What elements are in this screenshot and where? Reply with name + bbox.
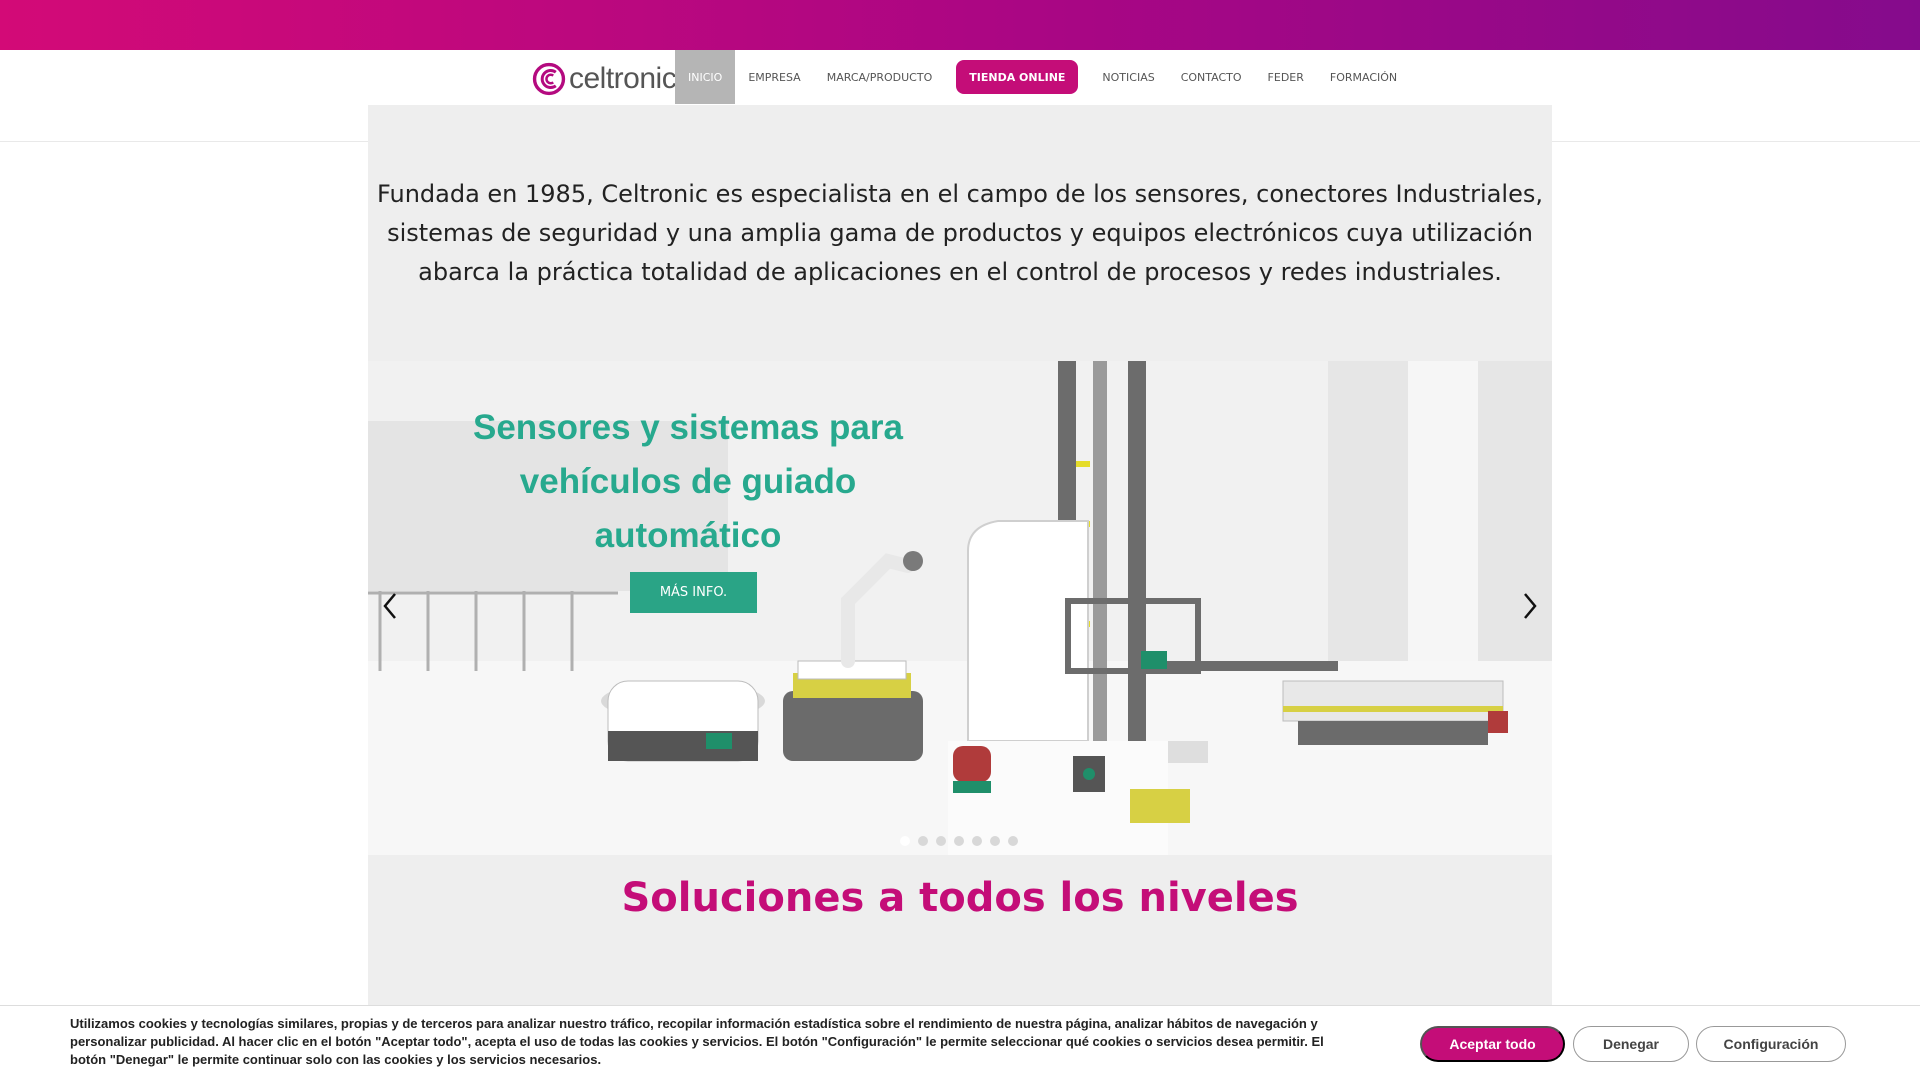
accept-all-button[interactable]: Aceptar todo [1420, 1026, 1565, 1062]
slider-dot[interactable] [900, 836, 910, 846]
nav-item-noticias[interactable]: NOTICIAS [1089, 50, 1167, 104]
cookie-banner: Utilizamos cookies y tecnologías similar… [0, 1005, 1920, 1080]
intro-text: Fundada en 1985, Celtronic es especialis… [376, 180, 1543, 286]
slider-dot[interactable] [1008, 836, 1018, 846]
nav-item-marca-producto[interactable]: MARCA/PRODUCTO [814, 50, 946, 104]
top-gradient-bar [0, 0, 1920, 50]
cookie-text: Utilizamos cookies y tecnologías similar… [70, 1016, 1324, 1067]
slider-dot[interactable] [936, 836, 946, 846]
hero-slider: Sensores y sistemas para vehículos de gu… [368, 361, 1552, 855]
more-info-button[interactable]: MÁS INFO. [630, 572, 757, 613]
slide-title: Sensores y sistemas para vehículos de gu… [473, 408, 903, 555]
nav-item-tienda-online[interactable]: TIENDA ONLINE [956, 60, 1079, 94]
chevron-right-icon[interactable] [1518, 591, 1542, 621]
nav-item-inicio[interactable]: INICIO [675, 50, 736, 104]
chevron-left-icon[interactable] [378, 591, 402, 621]
main-content: Fundada en 1985, Celtronic es especialis… [368, 105, 1552, 1005]
main-nav: INICIO EMPRESA MARCA/PRODUCTO TIENDA ONL… [675, 50, 1410, 104]
celtronic-logo-icon [532, 62, 566, 96]
deny-button[interactable]: Denegar [1573, 1026, 1689, 1062]
nav-item-contacto[interactable]: CONTACTO [1168, 50, 1255, 104]
nav-item-formacion[interactable]: FORMACIÓN [1317, 50, 1410, 104]
nav-item-feder[interactable]: FEDER [1255, 50, 1317, 104]
slider-dot[interactable] [954, 836, 964, 846]
logo[interactable]: celtronic [532, 59, 677, 99]
slider-dot[interactable] [918, 836, 928, 846]
nav-item-empresa[interactable]: EMPRESA [735, 50, 813, 104]
configuration-button[interactable]: Configuración [1696, 1026, 1846, 1062]
section-title: Soluciones a todos los niveles [621, 875, 1299, 921]
slider-dots [900, 836, 1018, 846]
slider-dot[interactable] [972, 836, 982, 846]
slider-dot[interactable] [990, 836, 1000, 846]
logo-text: celtronic [569, 62, 677, 95]
